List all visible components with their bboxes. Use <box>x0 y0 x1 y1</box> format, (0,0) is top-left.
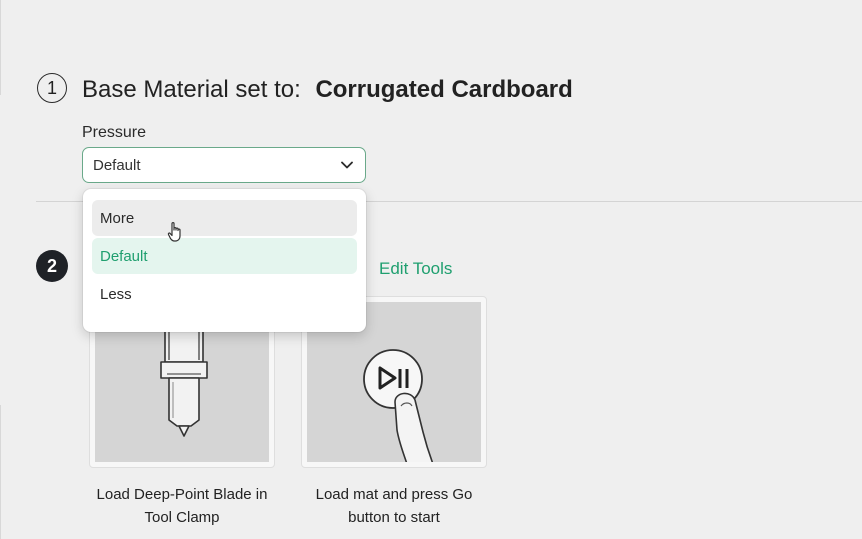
step-2-number: 2 <box>36 250 68 282</box>
step-1-number-text: 1 <box>46 77 57 98</box>
hand-pointer-cursor-icon <box>167 222 181 242</box>
step-1-number: 1 <box>37 73 67 103</box>
pressure-option-less[interactable]: Less <box>92 276 357 312</box>
pressure-dropdown-menu: More Default Less <box>83 189 366 332</box>
pressure-select-value: Default <box>93 156 141 174</box>
edit-tools-link[interactable]: Edit Tools <box>379 259 452 279</box>
step-1-title-prefix: Base Material set to: <box>82 76 301 103</box>
step-2-number-text: 2 <box>46 255 57 276</box>
pressure-label: Pressure <box>82 124 147 141</box>
caption-line: button to start <box>348 509 440 526</box>
chevron-down-icon <box>341 161 353 169</box>
pressure-option-default[interactable]: Default <box>92 238 357 274</box>
base-material-value: Corrugated Cardboard <box>315 76 573 103</box>
left-edge-line <box>0 0 1 539</box>
caption-line: Load Deep-Point Blade in <box>96 486 268 503</box>
caption-line: Tool Clamp <box>144 509 220 526</box>
caption-line: Load mat and press Go <box>315 486 473 503</box>
card-caption-go: Load mat and press Go button to start <box>289 483 499 529</box>
step-1-title: Base Material set to: Corrugated Cardboa… <box>82 76 573 104</box>
pressure-option-more[interactable]: More <box>92 200 357 236</box>
pressure-select[interactable]: Default <box>82 147 366 183</box>
card-caption-blade: Load Deep-Point Blade in Tool Clamp <box>77 483 287 529</box>
